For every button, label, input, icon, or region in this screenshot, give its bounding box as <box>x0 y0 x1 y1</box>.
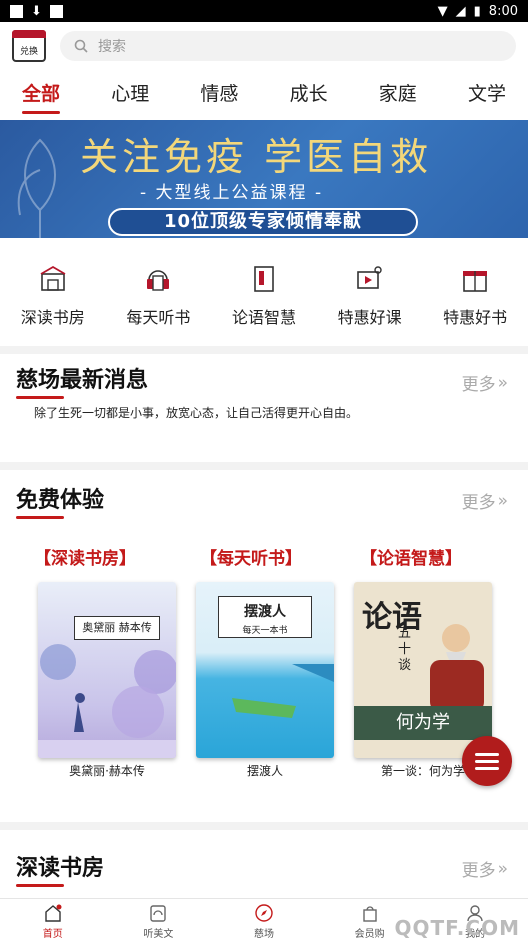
news-section-title: 慈场最新消息 <box>16 362 148 399</box>
confucius-illustration <box>430 624 484 712</box>
book-cover-ferryman[interactable]: 摆渡人 每天一本书 <box>196 582 334 758</box>
feature-grid: 深读书房 每天听书 论语智慧 特惠好课 特惠好书 <box>0 240 528 346</box>
tab-family[interactable]: 家庭 <box>379 79 417 110</box>
section-divider <box>0 462 528 470</box>
redeem-label: 兑换 <box>19 47 38 57</box>
feature-analects[interactable]: 论语智慧 <box>214 264 314 328</box>
feature-deep-reading[interactable]: 深读书房 <box>3 264 103 328</box>
more-label: 更多 <box>461 375 496 395</box>
banner-headline: 关注免疫 学医自救 <box>80 135 433 179</box>
nav-label: 慈场 <box>253 929 274 940</box>
cover-subtitle: 五十谈 <box>398 626 412 673</box>
nav-listen[interactable]: 听美文 <box>118 903 198 940</box>
tab-emotion[interactable]: 情感 <box>200 79 238 110</box>
tab-growth[interactable]: 成长 <box>290 79 328 110</box>
nav-label: 首页 <box>42 929 63 940</box>
download-icon: ⬇ <box>31 3 42 19</box>
headphones-icon <box>150 905 167 922</box>
book-name: 摆渡人 <box>246 764 283 778</box>
watermark: QQTF.COM <box>394 916 520 940</box>
more-label: 更多 <box>461 861 496 881</box>
lotus-decoration-icon <box>17 138 56 238</box>
tab-psychology[interactable]: 心理 <box>111 79 149 110</box>
promo-banner[interactable]: 关注免疫 学医自救 - 大型线上公益课程 - 10位顶级专家倾情奉献 <box>0 120 528 238</box>
free-more-link[interactable]: 更多 » <box>461 488 508 514</box>
cover-title: 奥黛丽 赫本传 <box>74 616 160 640</box>
feature-label: 论语智慧 <box>231 308 296 327</box>
shopping-bag-icon <box>362 906 377 922</box>
banner-caption: 10位顶级专家倾情奉献 <box>108 208 418 236</box>
feature-label: 特惠好课 <box>337 308 402 327</box>
cover-title: 论语 <box>362 600 422 635</box>
status-bar: ⬇ ▼ ◢ ▮ 8:00 <box>0 0 528 22</box>
reading-section-title: 深读书房 <box>16 850 104 887</box>
banner-subtitle: - 大型线上公益课程 - <box>140 183 324 203</box>
gift-icon <box>463 271 488 292</box>
feature-label: 每天听书 <box>126 308 191 327</box>
news-text[interactable]: 除了生死一切都是小事，放宽心态，让自己活得更开心自由。 <box>34 404 358 421</box>
feature-discount-books[interactable]: 特惠好书 <box>425 264 525 328</box>
nav-label: 会员购 <box>354 929 385 940</box>
feature-label: 深读书房 <box>20 308 85 327</box>
video-lesson-icon <box>356 266 382 289</box>
redeem-calendar-icon[interactable]: 兑换 <box>12 30 46 62</box>
home-icon <box>45 904 62 922</box>
feature-label: 特惠好书 <box>443 308 508 327</box>
cover-illustration <box>38 644 176 758</box>
wifi-icon: ▼ <box>437 3 448 19</box>
tab-all[interactable]: 全部 <box>22 79 61 114</box>
nav-cichang[interactable]: 慈场 <box>224 903 304 940</box>
book-tag: 【论语智慧】 <box>360 549 462 569</box>
book-cover-audrey[interactable]: 奥黛丽 赫本传 <box>38 582 176 758</box>
book-cover-analects[interactable]: 论语 五十谈 何为学 <box>354 582 492 758</box>
double-chevron-right-icon: » <box>497 490 508 511</box>
double-chevron-right-icon: » <box>497 372 508 393</box>
cover-subtitle: 每天一本书 <box>242 626 288 636</box>
floating-menu-button[interactable] <box>462 736 512 786</box>
notification-icon <box>10 4 23 18</box>
status-time: 8:00 <box>488 3 518 19</box>
feature-discount-courses[interactable]: 特惠好课 <box>320 264 420 328</box>
tab-literature[interactable]: 文学 <box>468 79 506 110</box>
nav-label: 听美文 <box>143 929 174 940</box>
signal-icon: ◢ <box>455 3 466 19</box>
cover-title: 摆渡人 <box>244 604 286 620</box>
news-more-link[interactable]: 更多 » <box>461 370 508 396</box>
section-divider <box>0 822 528 830</box>
bookstore-icon <box>40 265 66 291</box>
image-icon <box>49 4 63 18</box>
boat-illustration <box>232 664 334 718</box>
nav-home[interactable]: 首页 <box>13 903 93 940</box>
search-input[interactable]: 搜索 <box>60 31 516 61</box>
section-divider <box>0 346 528 354</box>
free-section-title: 免费体验 <box>16 482 104 519</box>
cover-label-box: 摆渡人 每天一本书 <box>218 596 312 638</box>
double-chevron-right-icon: » <box>497 858 508 879</box>
book-tag: 【深读书房】 <box>34 549 136 569</box>
top-bar: 兑换 搜索 <box>0 22 528 70</box>
feature-daily-listening[interactable]: 每天听书 <box>108 264 208 328</box>
book-icon <box>254 266 274 292</box>
search-placeholder: 搜索 <box>98 39 126 55</box>
cover-bottom-band: 何为学 <box>354 706 492 740</box>
more-label: 更多 <box>461 493 496 513</box>
radio-icon <box>147 270 170 291</box>
battery-icon: ▮ <box>473 3 481 19</box>
book-tag: 【每天听书】 <box>200 549 302 569</box>
book-name: 奥黛丽·赫本传 <box>69 764 145 778</box>
category-tabs: 全部 心理 情感 成长 家庭 文学 <box>0 70 528 118</box>
compass-icon <box>255 904 273 922</box>
search-icon <box>74 39 88 53</box>
reading-more-link[interactable]: 更多 » <box>461 856 508 882</box>
